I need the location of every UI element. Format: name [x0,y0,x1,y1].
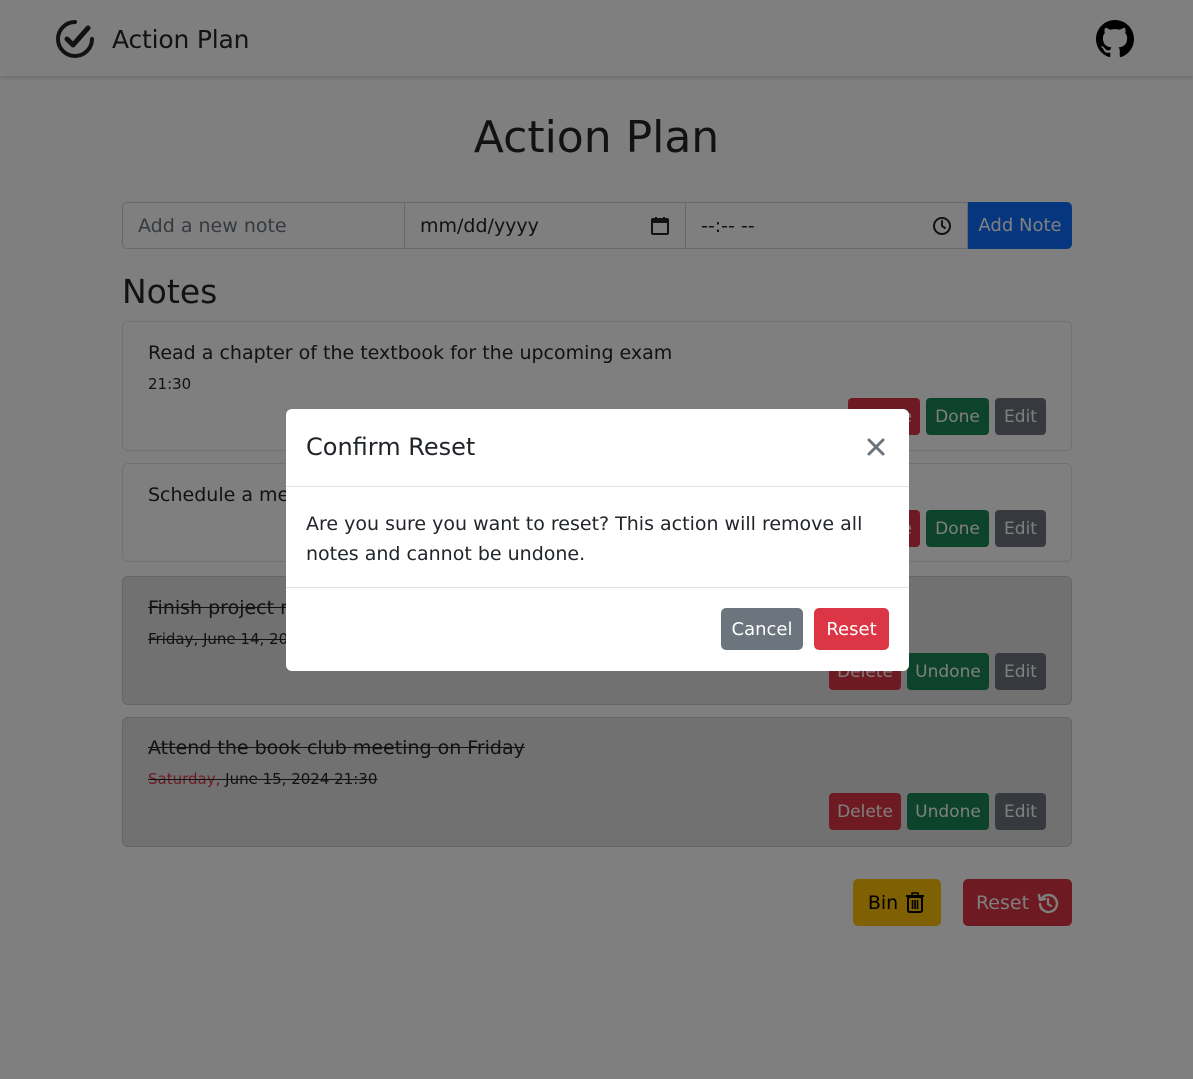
close-icon [867,438,885,456]
modal-header: Confirm Reset [286,409,909,487]
confirm-reset-button[interactable]: Reset [814,608,889,650]
modal-footer: Cancel Reset [286,587,909,671]
cancel-button[interactable]: Cancel [721,608,803,650]
modal-body: Are you sure you want to reset? This act… [306,513,863,565]
modal-title: Confirm Reset [306,433,476,461]
close-button[interactable] [862,433,890,461]
confirm-reset-modal: Confirm Reset Are you sure you want to r… [286,409,909,671]
